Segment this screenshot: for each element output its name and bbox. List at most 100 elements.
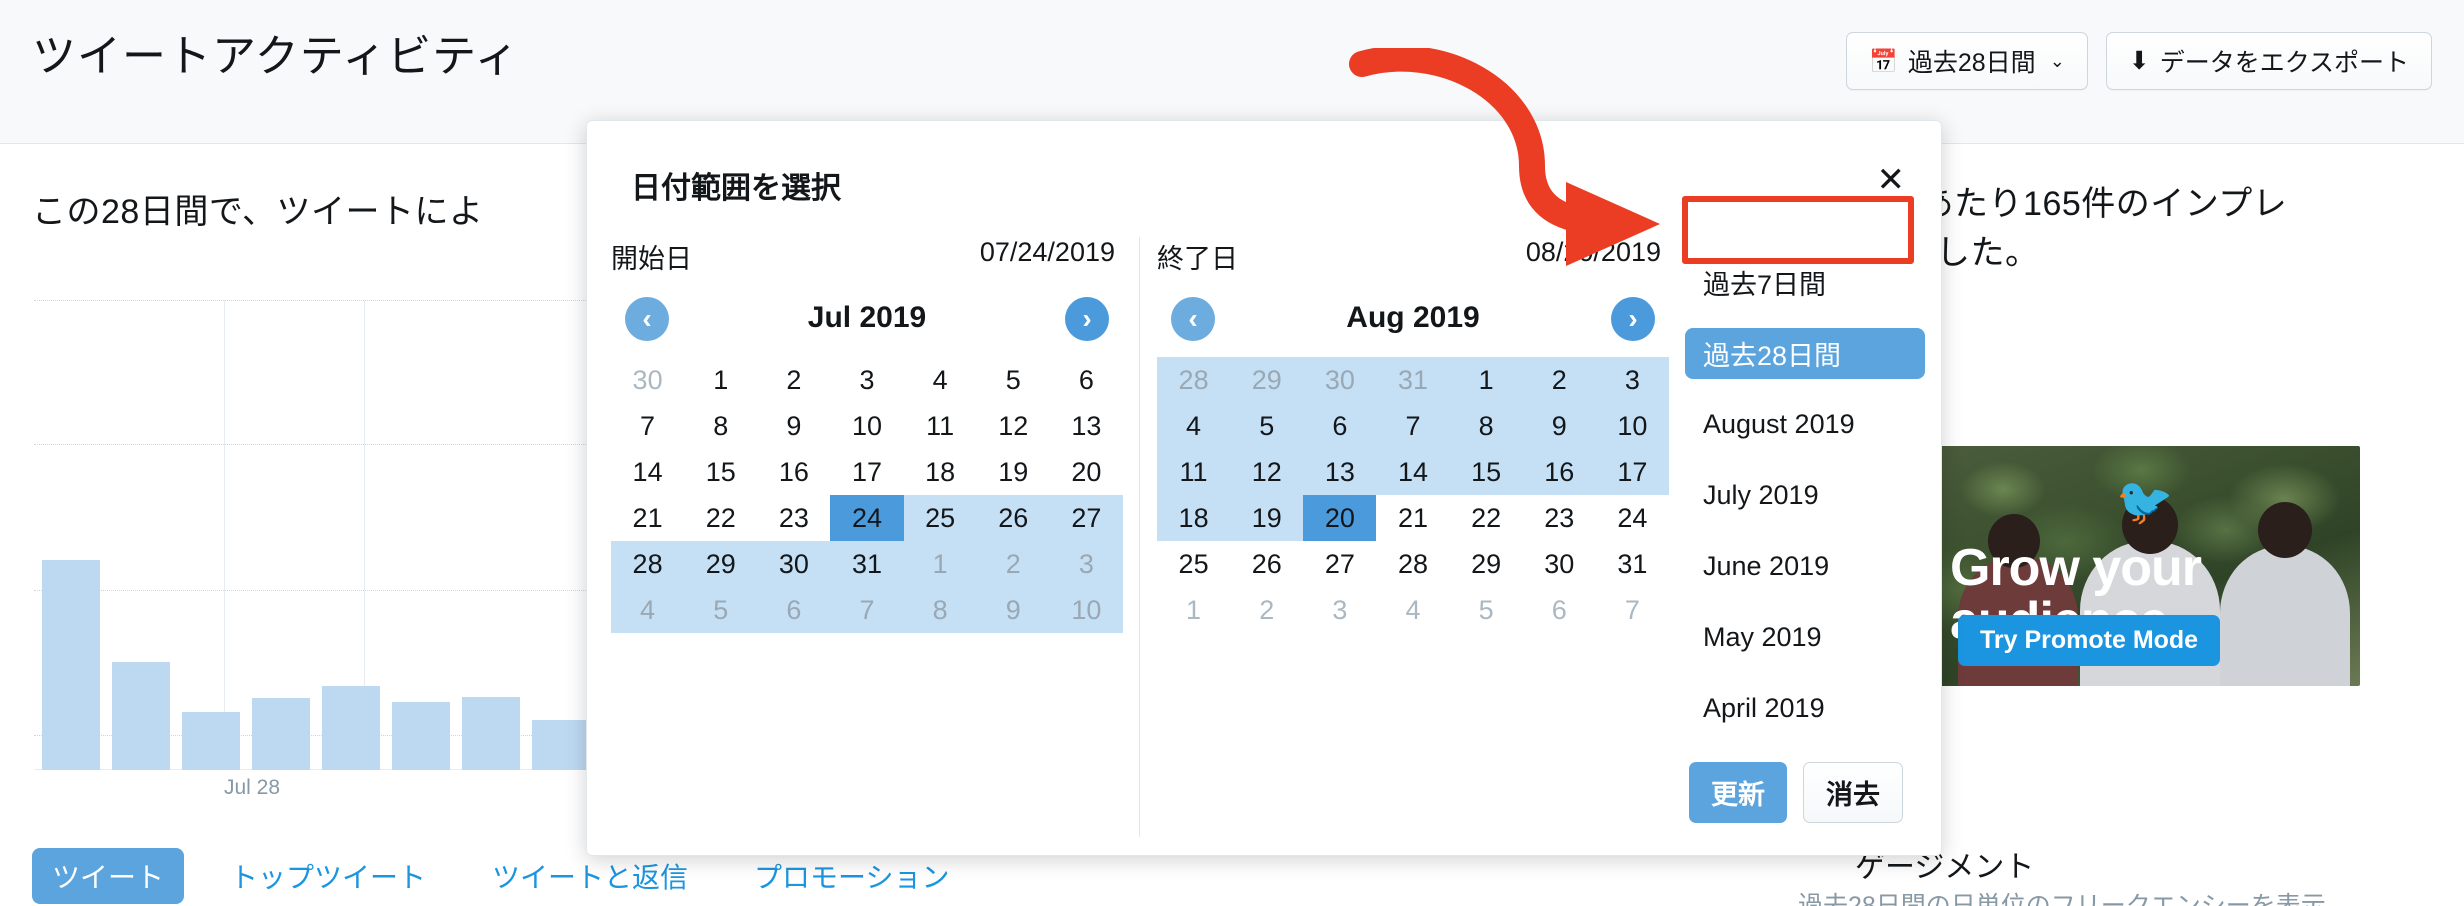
calendar-day[interactable]: 10 [1049, 587, 1123, 633]
calendar-day[interactable]: 4 [904, 357, 977, 403]
calendar-day[interactable]: 11 [1157, 449, 1231, 495]
calendar-day[interactable]: 31 [830, 541, 904, 587]
calendar-day[interactable]: 17 [830, 449, 903, 495]
date-range-preset[interactable]: May 2019 [1685, 612, 1925, 663]
calendar-day[interactable]: 16 [757, 449, 830, 495]
date-range-preset[interactable]: August 2019 [1685, 399, 1925, 450]
calendar-day[interactable]: 4 [611, 587, 685, 633]
calendar-day[interactable]: 3 [1049, 541, 1123, 587]
calendar-day[interactable]: 4 [1157, 403, 1231, 449]
calendar-day[interactable]: 8 [1449, 403, 1523, 449]
calendar-day[interactable]: 21 [611, 495, 684, 541]
calendar-day[interactable]: 4 [1376, 587, 1449, 633]
chevron-right-icon[interactable]: › [1611, 297, 1655, 341]
calendar-day[interactable]: 6 [1050, 357, 1123, 403]
calendar-day[interactable]: 29 [1450, 541, 1523, 587]
calendar-day[interactable]: 25 [903, 495, 977, 541]
calendar-day[interactable]: 27 [1049, 495, 1123, 541]
calendar-day[interactable]: 12 [1230, 449, 1304, 495]
calendar-day[interactable]: 1 [903, 541, 977, 587]
calendar-day[interactable]: 16 [1522, 449, 1596, 495]
calendar-day[interactable]: 23 [1523, 495, 1596, 541]
calendar-day[interactable]: 28 [1376, 541, 1449, 587]
calendar-day[interactable]: 6 [757, 587, 831, 633]
calendar-day[interactable]: 28 [611, 541, 685, 587]
calendar-day[interactable]: 7 [1376, 403, 1450, 449]
calendar-day[interactable]: 26 [976, 495, 1050, 541]
calendar-day[interactable]: 27 [1303, 541, 1376, 587]
calendar-day[interactable]: 5 [1450, 587, 1523, 633]
calendar-day[interactable]: 26 [1230, 541, 1303, 587]
calendar-day[interactable]: 2 [757, 357, 830, 403]
calendar-day[interactable]: 9 [976, 587, 1050, 633]
calendar-day[interactable]: 5 [684, 587, 758, 633]
calendar-day[interactable]: 17 [1595, 449, 1669, 495]
date-range-preset[interactable]: April 2019 [1685, 683, 1925, 734]
calendar-day[interactable]: 24 [830, 495, 904, 541]
calendar-day[interactable]: 15 [1449, 449, 1523, 495]
tab-top-tweets[interactable]: トップツイート [210, 848, 446, 904]
promote-mode-card[interactable]: 🐦 Grow your audience Try Promote Mode [1940, 446, 2360, 686]
calendar-day[interactable]: 3 [1303, 587, 1376, 633]
calendar-day[interactable]: 23 [757, 495, 830, 541]
calendar-day[interactable]: 18 [904, 449, 977, 495]
date-range-preset[interactable]: 過去7日間 [1685, 257, 1925, 308]
date-range-preset[interactable]: July 2019 [1685, 470, 1925, 521]
calendar-day[interactable]: 3 [1595, 357, 1669, 403]
calendar-day[interactable]: 20 [1303, 495, 1377, 541]
chevron-right-icon[interactable]: › [1065, 297, 1109, 341]
calendar-day[interactable]: 9 [757, 403, 830, 449]
calendar-day[interactable]: 19 [1230, 495, 1304, 541]
calendar-day[interactable]: 30 [1523, 541, 1596, 587]
close-icon[interactable]: ✕ [1877, 163, 1906, 197]
tab-tweets-and-replies[interactable]: ツイートと返信 [472, 848, 708, 904]
date-range-preset[interactable]: 過去28日間 [1685, 328, 1925, 379]
calendar-day[interactable]: 5 [1230, 403, 1304, 449]
calendar-day[interactable]: 1 [684, 357, 757, 403]
calendar-day[interactable]: 7 [1596, 587, 1669, 633]
clear-button[interactable]: 消去 [1803, 762, 1903, 823]
calendar-day[interactable]: 24 [1596, 495, 1669, 541]
calendar-day[interactable]: 6 [1523, 587, 1596, 633]
calendar-day[interactable]: 11 [904, 403, 977, 449]
calendar-day[interactable]: 22 [684, 495, 757, 541]
calendar-day[interactable]: 8 [684, 403, 757, 449]
calendar-day[interactable]: 6 [1303, 403, 1377, 449]
calendar-day[interactable]: 12 [977, 403, 1050, 449]
calendar-day[interactable]: 30 [611, 357, 684, 403]
calendar-day[interactable]: 20 [1050, 449, 1123, 495]
calendar-day[interactable]: 15 [684, 449, 757, 495]
calendar-day[interactable]: 2 [976, 541, 1050, 587]
export-data-button[interactable]: ⬇ データをエクスポート [2105, 32, 2432, 90]
calendar-day[interactable]: 5 [977, 357, 1050, 403]
calendar-day[interactable]: 1 [1157, 587, 1230, 633]
update-button[interactable]: 更新 [1689, 762, 1787, 823]
calendar-day[interactable]: 18 [1157, 495, 1231, 541]
calendar-day[interactable]: 10 [1595, 403, 1669, 449]
tab-promotions[interactable]: プロモーション [734, 848, 969, 904]
calendar-day[interactable]: 7 [830, 587, 904, 633]
calendar-day[interactable]: 14 [1376, 449, 1450, 495]
calendar-day[interactable]: 21 [1376, 495, 1449, 541]
calendar-day[interactable]: 1 [1449, 357, 1523, 403]
date-range-preset[interactable]: June 2019 [1685, 541, 1925, 592]
calendar-day[interactable]: 19 [977, 449, 1050, 495]
calendar-day[interactable]: 31 [1596, 541, 1669, 587]
calendar-day[interactable]: 31 [1376, 357, 1450, 403]
calendar-day[interactable]: 9 [1522, 403, 1596, 449]
date-range-button[interactable]: 📅 過去28日間 ⌄ [1846, 32, 2088, 90]
calendar-day[interactable]: 25 [1157, 541, 1230, 587]
calendar-day[interactable]: 7 [611, 403, 684, 449]
calendar-day[interactable]: 30 [1303, 357, 1377, 403]
calendar-day[interactable]: 30 [757, 541, 831, 587]
end-date-value[interactable]: 08/20/2019 [1526, 237, 1661, 268]
calendar-day[interactable]: 14 [611, 449, 684, 495]
start-date-value[interactable]: 07/24/2019 [980, 237, 1115, 268]
calendar-day[interactable]: 8 [903, 587, 977, 633]
calendar-day[interactable]: 13 [1050, 403, 1123, 449]
calendar-day[interactable]: 29 [684, 541, 758, 587]
calendar-day[interactable]: 29 [1230, 357, 1304, 403]
calendar-day[interactable]: 10 [830, 403, 903, 449]
tab-tweets[interactable]: ツイート [32, 848, 185, 904]
calendar-day[interactable]: 2 [1230, 587, 1303, 633]
